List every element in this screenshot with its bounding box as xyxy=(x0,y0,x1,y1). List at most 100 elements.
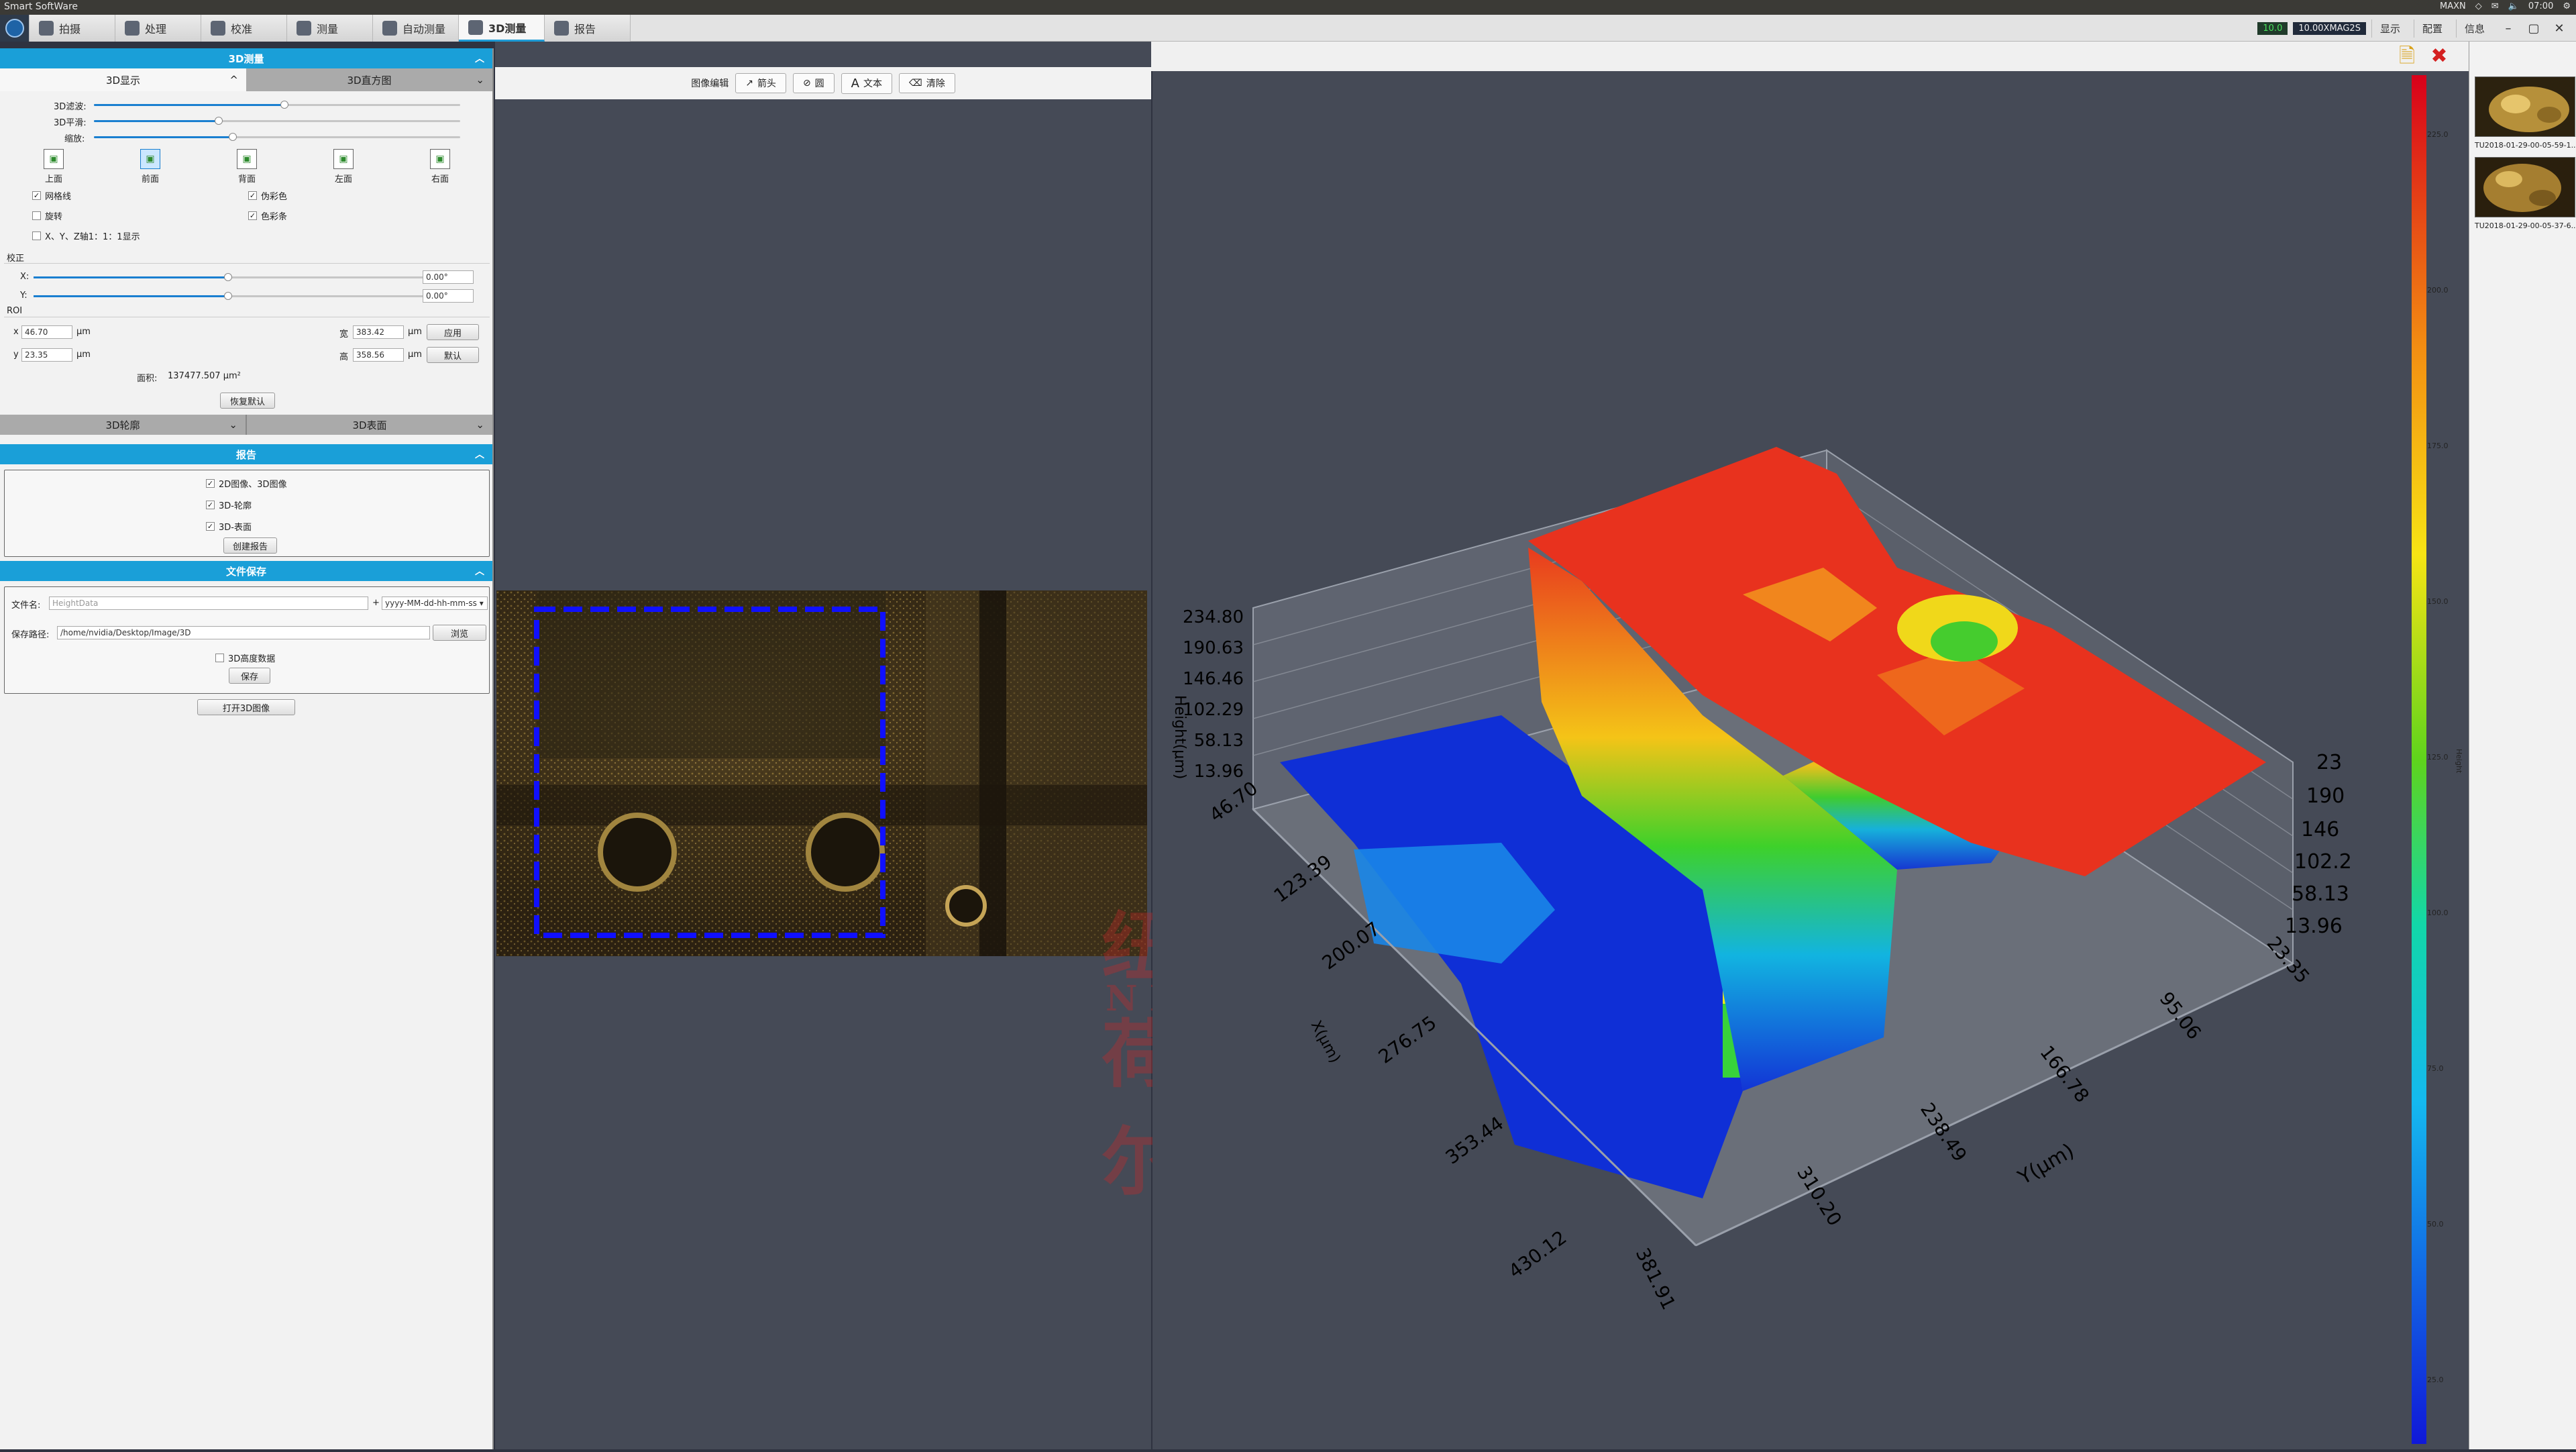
gpu-mode-indicator[interactable]: MAXN xyxy=(2440,1,2466,11)
report-profile-checkbox[interactable]: ✓ 3D-轮廓 xyxy=(206,499,252,511)
section-file-save-header[interactable]: 文件保存 ︿ xyxy=(0,561,492,581)
view-back-button[interactable]: ▣ 背面 xyxy=(220,149,274,185)
area-value: 137477.507 μm² xyxy=(168,371,241,381)
mail-icon[interactable]: ✉ xyxy=(2491,1,2499,11)
grid-lines-checkbox[interactable]: ✓ 网格线 xyxy=(32,189,71,202)
slider-3d-filter[interactable]: 3D滤波: xyxy=(0,97,492,113)
save-path-input[interactable]: /home/nvidia/Desktop/Image/3D xyxy=(57,626,430,639)
eraser-icon: ⌫ xyxy=(909,78,922,89)
save-button[interactable]: 保存 xyxy=(229,668,270,684)
report-images-checkbox[interactable]: ✓ 2D图像、3D图像 xyxy=(206,477,287,490)
report-surface-checkbox[interactable]: ✓ 3D-表面 xyxy=(206,520,252,533)
display-button[interactable]: 显示 xyxy=(2371,19,2408,38)
restore-default-button[interactable]: 恢复默认 xyxy=(220,393,275,409)
cube-3d-icon xyxy=(468,19,483,35)
volume-icon[interactable]: 🔈 xyxy=(2508,1,2519,11)
close-window-icon[interactable]: ✕ xyxy=(2549,21,2569,36)
text-tool-button[interactable]: A 文本 xyxy=(841,72,892,94)
settings-gear-icon[interactable]: ⚙ xyxy=(2563,1,2571,11)
tab-process[interactable]: 处理 xyxy=(115,15,201,42)
section-3d-measure-header[interactable]: 3D测量 ︿ xyxy=(0,48,492,68)
chevron-down-icon: ▾ xyxy=(479,599,484,608)
file-name-pattern-select[interactable]: yyyy-MM-dd-hh-mm-ss ▾ xyxy=(382,597,488,610)
z-axis-label: Height(μm) xyxy=(1171,695,1188,779)
config-button[interactable]: 配置 xyxy=(2413,19,2451,38)
section-report-header[interactable]: 报告 ︿ xyxy=(0,444,492,464)
calibration-y-slider[interactable] xyxy=(34,292,423,300)
slider-knob[interactable] xyxy=(214,117,223,125)
z-axis-ticks: 234.80 190.63 146.46 102.29 58.13 13.96 xyxy=(1183,607,1244,782)
view-left-button[interactable]: ▣ 左面 xyxy=(317,149,370,185)
x-tick: 430.12 xyxy=(1505,1226,1571,1282)
slider-3d-smooth[interactable]: 3D平滑: xyxy=(0,113,492,129)
wifi-icon[interactable]: ◇ xyxy=(2475,1,2482,11)
tab-3d-surface[interactable]: 3D表面 ⌄ xyxy=(246,415,492,435)
tab-report[interactable]: 报告 xyxy=(545,15,631,42)
roi-y-field[interactable]: 23.35 xyxy=(21,348,72,362)
pseudo-color-checkbox[interactable]: ✓ 伪彩色 xyxy=(248,189,287,202)
view-front-button[interactable]: ▣ 前面 xyxy=(123,149,177,185)
chevron-up-icon: ^ xyxy=(229,74,238,86)
microscope-image[interactable] xyxy=(496,590,1147,956)
slider-knob[interactable] xyxy=(224,273,232,281)
default-button[interactable]: 默认 xyxy=(427,347,479,363)
maximize-icon[interactable]: ▢ xyxy=(2524,21,2544,36)
arrow-tool-button[interactable]: ↗ 箭头 xyxy=(735,73,786,93)
roi-height-field[interactable]: 358.56 xyxy=(353,348,404,362)
calibration-y-field[interactable]: 0.00° xyxy=(423,289,474,303)
cb-tick: 150.0 xyxy=(2427,597,2449,606)
tab-auto-measure[interactable]: 自动测量 xyxy=(373,15,459,42)
apply-button[interactable]: 应用 xyxy=(427,324,479,340)
slider-knob[interactable] xyxy=(280,101,288,109)
circle-tool-button[interactable]: ⊘ 圆 xyxy=(792,73,835,93)
browse-button[interactable]: 浏览 xyxy=(433,625,486,641)
calibration-x-field[interactable]: 0.00° xyxy=(423,270,474,284)
main-toolbar: 拍摄 处理 校准 测量 自动测量 3D测量 报告 10.0 10.00XMAG2… xyxy=(0,15,2576,42)
view-right-button[interactable]: ▣ 右面 xyxy=(413,149,467,185)
cb-tick: 100.0 xyxy=(2427,909,2449,917)
tab-measure[interactable]: 测量 xyxy=(287,15,373,42)
image-edit-label: 图像编辑 xyxy=(691,79,729,89)
clear-tool-button[interactable]: ⌫ 清除 xyxy=(899,73,955,93)
color-bar-checkbox[interactable]: ✓ 色彩条 xyxy=(248,209,287,222)
create-report-button[interactable]: 创建报告 xyxy=(223,537,277,554)
thumbnail-caption: TU2018-01-29-00-05-37-6... xyxy=(2475,221,2575,230)
info-button[interactable]: 信息 xyxy=(2455,19,2493,38)
save-file-icon[interactable]: 🗎 xyxy=(2396,46,2418,67)
tab-calibrate[interactable]: 校准 xyxy=(201,15,287,42)
home-logo-button[interactable] xyxy=(0,15,30,42)
slider-knob[interactable] xyxy=(229,133,237,141)
surface-3d-view[interactable]: 234.80 190.63 146.46 102.29 58.13 13.96 … xyxy=(1152,71,2469,1449)
xyz-ratio-checkbox[interactable]: X、Y、Z轴1：1：1显示 xyxy=(32,229,140,242)
minimize-icon[interactable]: – xyxy=(2498,21,2518,36)
height-data-checkbox[interactable]: 3D高度数据 xyxy=(215,652,275,664)
roi-width-field[interactable]: 383.42 xyxy=(353,325,404,339)
file-name-input[interactable]: HeightData xyxy=(49,597,368,610)
tab-3d-measure[interactable]: 3D测量 xyxy=(459,15,545,42)
report-icon xyxy=(554,21,569,36)
open-3d-image-button[interactable]: 打开3D图像 xyxy=(197,699,295,715)
z-tick: 234.80 xyxy=(1183,607,1244,627)
thumbnail-image[interactable] xyxy=(2475,157,2575,217)
clock[interactable]: 07:00 xyxy=(2528,1,2553,11)
tab-3d-histogram[interactable]: 3D直方图 ⌄ xyxy=(246,68,492,91)
chevron-down-icon: ⌄ xyxy=(476,419,484,431)
image-process-icon xyxy=(125,21,140,36)
close-view-icon[interactable]: ✖ xyxy=(2428,46,2450,67)
calibration-x-slider[interactable] xyxy=(34,273,423,281)
thumbnail-image[interactable] xyxy=(2475,76,2575,137)
tab-capture[interactable]: 拍摄 xyxy=(30,15,115,42)
app-title: Smart SoftWare xyxy=(4,1,78,12)
z-tick: 58.13 xyxy=(1194,731,1244,751)
tab-3d-profile[interactable]: 3D轮廓 ⌄ xyxy=(0,415,246,435)
tab-3d-display[interactable]: 3D显示 ^ xyxy=(0,68,246,91)
cube-back-icon: ▣ xyxy=(237,149,257,169)
slider-zoom[interactable]: 缩放: xyxy=(0,129,492,145)
view-top-button[interactable]: ▣ 上面 xyxy=(27,149,80,185)
slider-knob[interactable] xyxy=(224,292,232,300)
display-subtabs: 3D显示 ^ 3D直方图 ⌄ xyxy=(0,68,492,91)
rotate-checkbox[interactable]: 旋转 xyxy=(32,209,62,222)
z-tick: 190 xyxy=(2306,784,2345,808)
roi-x-field[interactable]: 46.70 xyxy=(21,325,72,339)
roi-group: ROI x 46.70 μm 宽 383.42 μm 应用 y 23.35 μm… xyxy=(0,303,492,409)
